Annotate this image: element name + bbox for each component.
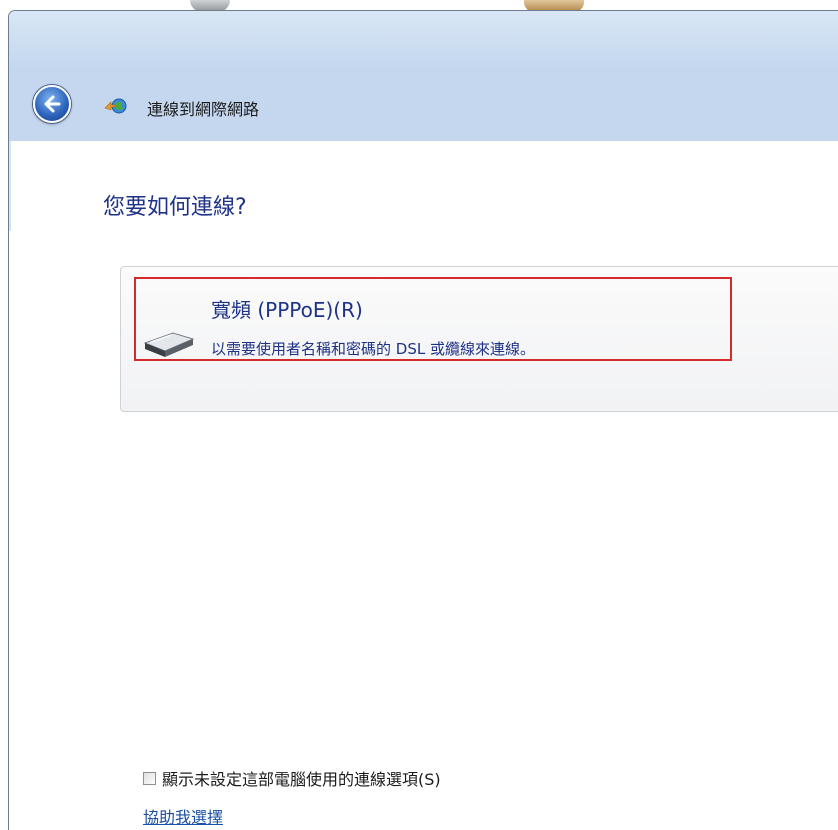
- window-left-border: [9, 141, 11, 231]
- option-description: 以需要使用者名稱和密碼的 DSL 或纜線來連線。: [211, 340, 535, 358]
- modem-icon: [143, 332, 195, 357]
- wizard-title: 連線到網際網路: [147, 100, 260, 119]
- network-globe-icon: [104, 98, 127, 114]
- show-options-checkbox[interactable]: [143, 771, 156, 785]
- show-unconfigured-options: 顯示未設定這部電腦使用的連線選項(S): [143, 766, 441, 790]
- back-button[interactable]: [33, 85, 71, 123]
- wizard-navigation-bar: [9, 71, 838, 141]
- show-options-label[interactable]: 顯示未設定這部電腦使用的連線選項(S): [162, 766, 441, 790]
- back-arrow-icon: [44, 95, 61, 113]
- help-me-choose-link[interactable]: 協助我選擇: [143, 804, 223, 828]
- connect-to-internet-window: 連線到網際網路 您要如何連線? 寬頻 (PPPoE)(R) 以需要使用者名稱和密…: [8, 10, 838, 830]
- option-title: 寬頻 (PPPoE)(R): [211, 298, 363, 322]
- page-heading: 您要如何連線?: [103, 195, 247, 220]
- wizard-content-area: [9, 141, 838, 830]
- window-titlebar: [9, 11, 838, 71]
